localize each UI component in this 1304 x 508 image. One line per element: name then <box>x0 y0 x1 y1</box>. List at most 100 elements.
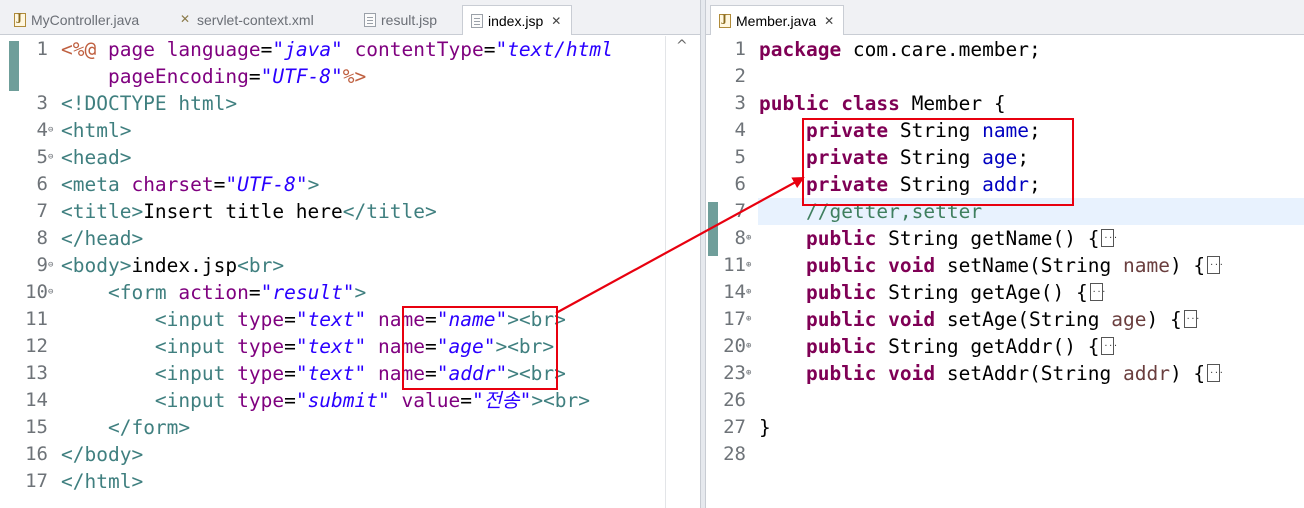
expand-fold-icon[interactable]: ⊕ <box>746 306 751 333</box>
left-overview-ruler[interactable]: ^ <box>665 36 700 508</box>
code-line[interactable]: 26 <box>706 387 1304 414</box>
line-number: 28 <box>723 443 746 465</box>
line-number: 6 <box>734 173 746 195</box>
code-line[interactable]: 17 ⊕ public void setAge(String age) { <box>706 306 1304 333</box>
code-line[interactable]: 27} <box>706 414 1304 441</box>
folded-code-icon[interactable] <box>1207 256 1224 274</box>
code-line[interactable]: 3 public class Member { <box>706 90 1304 117</box>
collapse-fold-icon[interactable]: ⊖ <box>48 279 53 306</box>
right-editor-tabbar: Member.java ✕ <box>706 0 1304 35</box>
code-line[interactable]: 14 ⊕ public String getAge() { <box>706 279 1304 306</box>
folded-code-icon[interactable] <box>1089 283 1106 301</box>
code-line[interactable]: 20 ⊕ public String getAddr() { <box>706 333 1304 360</box>
code-line[interactable]: 8 ⊕ public String getName() { <box>706 225 1304 252</box>
scroll-up-icon[interactable]: ^ <box>676 38 688 54</box>
code-line[interactable]: 15 </form> <box>0 414 700 441</box>
expand-fold-icon[interactable]: ⊕ <box>746 252 751 279</box>
code-line[interactable]: 11 ⊕ public void setName(String name) { <box>706 252 1304 279</box>
expand-fold-icon[interactable]: ⊕ <box>746 279 751 306</box>
code-token: ) { <box>1146 308 1182 331</box>
folded-code-icon[interactable] <box>1101 337 1118 355</box>
code-token: = <box>284 389 296 412</box>
code-token: setAge(String <box>935 308 1112 331</box>
code-line[interactable]: 9 ⊖ <body>index.jsp<br> <box>0 252 700 279</box>
code-token: class <box>841 92 900 115</box>
code-token: = <box>284 335 296 358</box>
code-token: type <box>237 362 285 385</box>
code-line[interactable]: 17 </html> <box>0 468 700 495</box>
line-number: 8 <box>36 227 48 249</box>
code-line[interactable]: 1 package com.care.member; <box>706 36 1304 63</box>
code-line[interactable]: 4 ⊖ <html> <box>0 117 700 144</box>
code-token: setName(String <box>935 254 1123 277</box>
tab-label: index.jsp <box>488 12 544 29</box>
line-number: 3 <box>734 92 746 114</box>
collapse-fold-icon[interactable]: ⊖ <box>48 252 53 279</box>
tab-index-jsp[interactable]: index.jsp ✕ <box>462 5 572 35</box>
code-text: <form action="result"> <box>61 279 366 306</box>
collapse-fold-icon[interactable]: ⊖ <box>48 117 53 144</box>
code-text: <head> <box>61 144 131 171</box>
code-token: age <box>1111 308 1147 331</box>
code-token: void <box>888 254 936 277</box>
code-line[interactable]: 2 <box>706 63 1304 90</box>
tab-mycontroller-java[interactable]: MyController.java <box>6 6 166 34</box>
code-line[interactable]: 10 ⊖ <form action="result"> <box>0 279 700 306</box>
folded-code-icon[interactable] <box>1101 229 1118 247</box>
right-editor-pane: Member.java✕ 1package com.care.member;23… <box>706 0 1304 508</box>
index-jsp-editor[interactable]: 1 <%@ page language="java" contentType="t… <box>0 36 700 508</box>
close-tab-icon[interactable]: ✕ <box>824 14 834 28</box>
code-line[interactable]: 1 <%@ page language="java" contentType="t… <box>0 36 700 63</box>
code-token: "submit" <box>295 389 390 412</box>
code-line[interactable]: 6 <meta charset="UTF-8"> <box>0 171 700 198</box>
change-marker <box>9 41 19 91</box>
line-number: 14 <box>723 281 746 303</box>
code-line[interactable]: pageEncoding="UTF-8"%> <box>0 63 700 90</box>
left-editor-tabbar: MyController.java servlet-context.xml resu… <box>0 0 700 35</box>
code-line[interactable]: 28 <box>706 441 1304 468</box>
code-token: package <box>759 38 842 61</box>
folded-code-icon[interactable] <box>1183 310 1200 328</box>
code-line[interactable]: 13 <input type="text" name="addr"><br> <box>0 360 700 387</box>
code-line[interactable]: 7 <title>Insert title here</title> <box>0 198 700 225</box>
folded-code-icon[interactable] <box>1207 364 1224 382</box>
code-line[interactable]: 23 ⊕ public void setAddr(String addr) { <box>706 360 1304 387</box>
tab-servlet-context-xml[interactable]: servlet-context.xml <box>172 6 350 34</box>
expand-fold-icon[interactable]: ⊕ <box>746 333 751 360</box>
code-line[interactable]: 11 <input type="text" name="name"><br> <box>0 306 700 333</box>
left-editor-pane: MyController.java servlet-context.xml resu… <box>0 0 700 508</box>
close-tab-icon[interactable]: ✕ <box>551 14 561 28</box>
code-token: <head> <box>61 146 132 169</box>
code-token: value <box>401 389 461 412</box>
jsp-file-icon <box>471 13 483 28</box>
code-token: <input <box>154 362 238 385</box>
code-token: Insert title here <box>143 200 343 223</box>
code-line[interactable]: 3 <!DOCTYPE html> <box>0 90 700 117</box>
expand-fold-icon[interactable]: ⊕ <box>746 360 751 387</box>
code-line[interactable]: 14 <input type="submit" value="전송"><br> <box>0 387 700 414</box>
code-line[interactable]: 16 </body> <box>0 441 700 468</box>
highlight-box-member-fields <box>802 118 1074 206</box>
line-number: 4 <box>36 119 48 141</box>
code-line[interactable]: 8 </head> <box>0 225 700 252</box>
code-token: page <box>96 38 167 61</box>
expand-fold-icon[interactable]: ⊕ <box>746 225 751 252</box>
collapse-fold-icon[interactable]: ⊖ <box>48 144 53 171</box>
code-token: ><br> <box>531 389 591 412</box>
member-java-editor[interactable]: 1 package com.care.member; 2 3 public class … <box>706 36 1304 508</box>
code-token: String getAge() { <box>876 281 1088 304</box>
code-line[interactable]: 12 <input type="text" name="age"><br> <box>0 333 700 360</box>
tab-result-jsp[interactable]: result.jsp <box>356 6 456 34</box>
code-line[interactable]: 5 ⊖ <head> <box>0 144 700 171</box>
tab-member-java[interactable]: Member.java ✕ <box>710 5 844 35</box>
